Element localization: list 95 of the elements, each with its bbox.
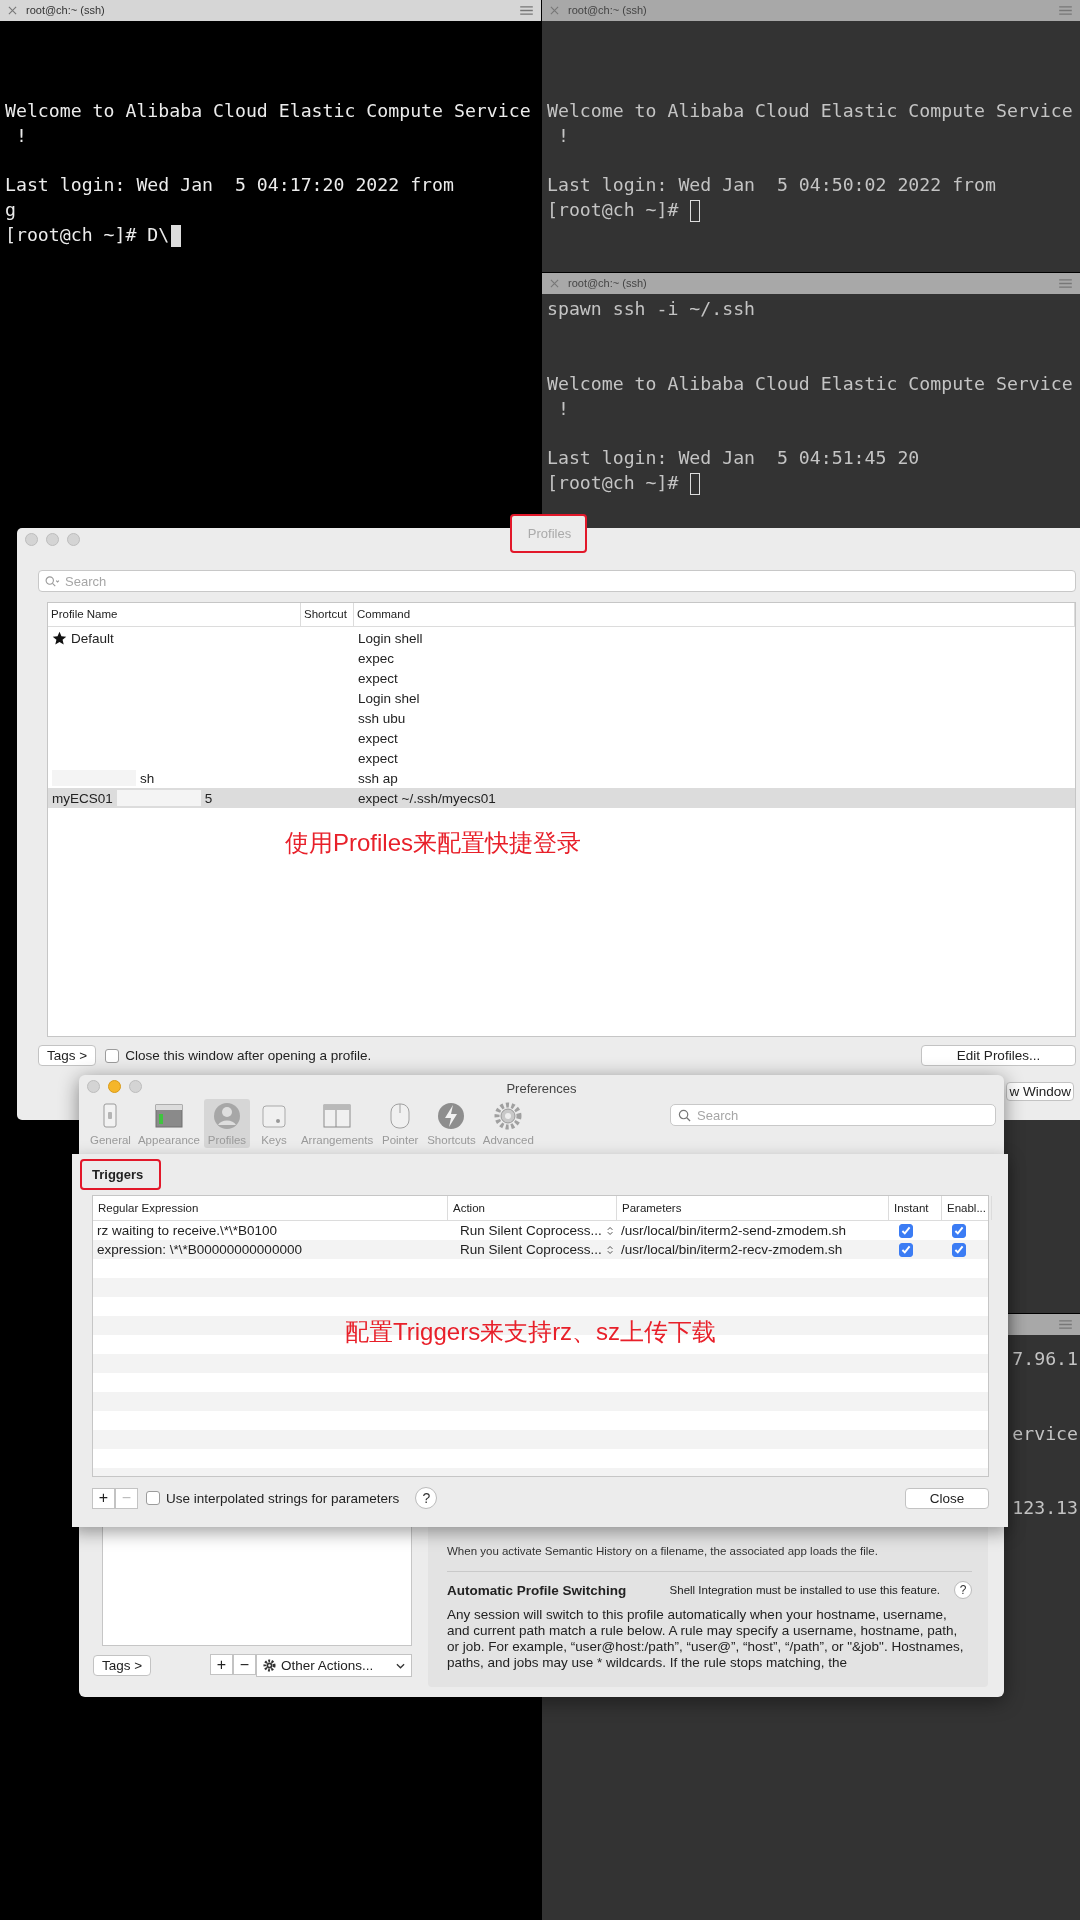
column-header[interactable]: Regular Expression [93,1196,448,1220]
profile-name: myECS01 [52,790,113,806]
checkbox[interactable] [146,1491,160,1505]
section-heading: Automatic Profile Switching [447,1582,627,1598]
edit-profiles-button[interactable]: Edit Profiles... [921,1045,1076,1066]
description-text: Any session will switch to this profile automatically when your hostname, username, and current path match a rule below. A rule may specify a username, hostname, path, or job. For example, “user@host:/path”, “user@”, “host”, “/path”, or "&job". Hostnames, paths, and jobs may use * wildcards. If the rule stops matching, the [447,1607,965,1671]
table-cell-text: /usr/local/bin/iterm2-send-zmodem.sh [620,1223,848,1238]
checkbox-label: Close this window after opening a profile. [125,1048,372,1063]
column-header[interactable]: Shortcut [301,603,354,626]
profile-row[interactable]: Default Login shell [48,628,1075,648]
gear-icon [263,1659,276,1672]
profile-row[interactable]: expect [48,668,1075,688]
terminal-prompt: [root@ch ~]# [547,198,679,223]
updown-icon [606,1224,613,1237]
close-icon[interactable] [8,6,17,15]
profile-row[interactable]: expect [48,728,1075,748]
column-header[interactable]: Action [448,1196,617,1220]
checkbox[interactable] [899,1242,913,1257]
search-field[interactable]: Search [38,570,1076,592]
window-icon [153,1101,184,1131]
help-button[interactable]: ? [954,1581,972,1599]
tags-button[interactable]: Tags > [38,1045,97,1066]
command-cell-text: Login shell [357,630,424,646]
lightning-icon [436,1101,467,1131]
profile-row[interactable]: Login shel [48,688,1075,708]
window-control[interactable] [25,533,38,546]
tags-button[interactable]: Tags > [93,1655,152,1676]
command-cell-text: expect [357,670,399,686]
checkbox[interactable] [952,1223,966,1238]
profile-name: 5 [204,790,213,806]
terminal-output: spawn ssh -i ~/.ssh Welcome to Alibaba Cloud Elastic Compute Service ! Last login: Wed Jan 5 04:51:45 20 [547,297,1074,471]
command-cell-text: expec [357,650,396,666]
profile-row[interactable]: myECS01 5 expect ~/.ssh/myecs01 [48,788,1075,808]
window-control[interactable] [108,1080,121,1093]
window-control[interactable] [46,533,59,546]
annotation-text: 使用Profiles来配置快捷登录 [285,828,582,858]
profile-name: sh [140,770,155,786]
menu-icon[interactable] [520,6,533,15]
terminal-output: 7.96.1 ervice 123.13 [1012,1347,1079,1521]
command-cell-text: ssh ubu [357,710,407,726]
profile-row[interactable]: sh ssh ap [48,768,1075,788]
search-icon [45,576,60,587]
updown-icon [606,1243,613,1256]
other-actions-dropdown[interactable]: Other Actions... [256,1654,412,1677]
annotation-text: 配置Triggers来支持rz、sz上传下载 [345,1317,717,1347]
window-control[interactable] [67,533,80,546]
checkbox[interactable] [899,1223,913,1238]
command-cell-text: expect [357,730,399,746]
layout-icon [322,1101,353,1131]
table-cell-text: /usr/local/bin/iterm2-recv-zmodem.sh [620,1242,844,1257]
person-icon [211,1101,242,1131]
action-select[interactable]: Run Silent Coprocess... [448,1223,617,1238]
checkbox[interactable] [952,1242,966,1257]
column-header[interactable]: Command [354,603,1075,626]
profile-row[interactable]: expec [48,648,1075,668]
column-header[interactable]: Enabl... [942,1196,992,1220]
add-button[interactable]: + [92,1487,115,1509]
terminal-output: Welcome to Alibaba Cloud Elastic Compute Service ! Last login: Wed Jan 5 04:17:20 2022 from g [5,98,532,223]
tab-title: root@ch:~ (ssh) [26,5,106,16]
terminal-output: Welcome to Alibaba Cloud Elastic Compute Service ! Last login: Wed Jan 5 04:50:02 2022 from [547,98,1074,198]
note-text: Shell Integration must be installed to use this feature. [669,1584,940,1596]
gear-icon [493,1101,524,1131]
command-cell-text: expect [357,750,399,766]
close-button[interactable]: Close [905,1487,989,1509]
terminal-prompt: [root@ch ~]# D\ [5,223,170,248]
checkbox-label: Use interpolated strings for parameters [166,1490,400,1506]
terminal-prompt: [root@ch ~]# [547,471,679,496]
column-header[interactable]: Instant [889,1196,942,1220]
new-window-button[interactable]: w Window [1006,1082,1074,1101]
description-text: When you activate Semantic History on a filename, the associated app loads the file. [447,1545,879,1557]
profile-row[interactable]: expect [48,748,1075,768]
add-button[interactable]: + [210,1654,233,1675]
table-cell-text: rz waiting to receive.\*\*B0100 [96,1223,279,1238]
table-cell-text: expression: \*\*B00000000000000 [96,1242,303,1257]
tab-title: root@ch:~ (ssh) [568,5,648,16]
profile-name: Default [71,630,114,646]
checkbox[interactable] [105,1048,120,1063]
command-cell-text: ssh ap [357,770,399,786]
chevron-icon [396,1662,405,1669]
window-title: Preferences [506,1080,577,1096]
sheet-title: Triggers [92,1167,144,1182]
profile-row[interactable]: ssh ubu [48,708,1075,728]
command-cell-text: expect ~/.ssh/myecs01 [357,790,497,806]
search-icon [678,1109,691,1122]
command-cell-text: Login shel [357,690,421,706]
action-select[interactable]: Run Silent Coprocess... [448,1242,617,1257]
search-field[interactable]: Search [670,1104,996,1126]
window-control[interactable] [87,1080,100,1093]
window-title: Profiles [527,525,572,541]
help-button[interactable]: ? [415,1487,438,1509]
window-control[interactable] [129,1080,142,1093]
column-header[interactable]: Profile Name [48,603,301,626]
column-header[interactable]: Parameters [617,1196,889,1220]
remove-button[interactable]: − [233,1654,256,1675]
tab-title: root@ch:~ (ssh) [568,278,648,289]
